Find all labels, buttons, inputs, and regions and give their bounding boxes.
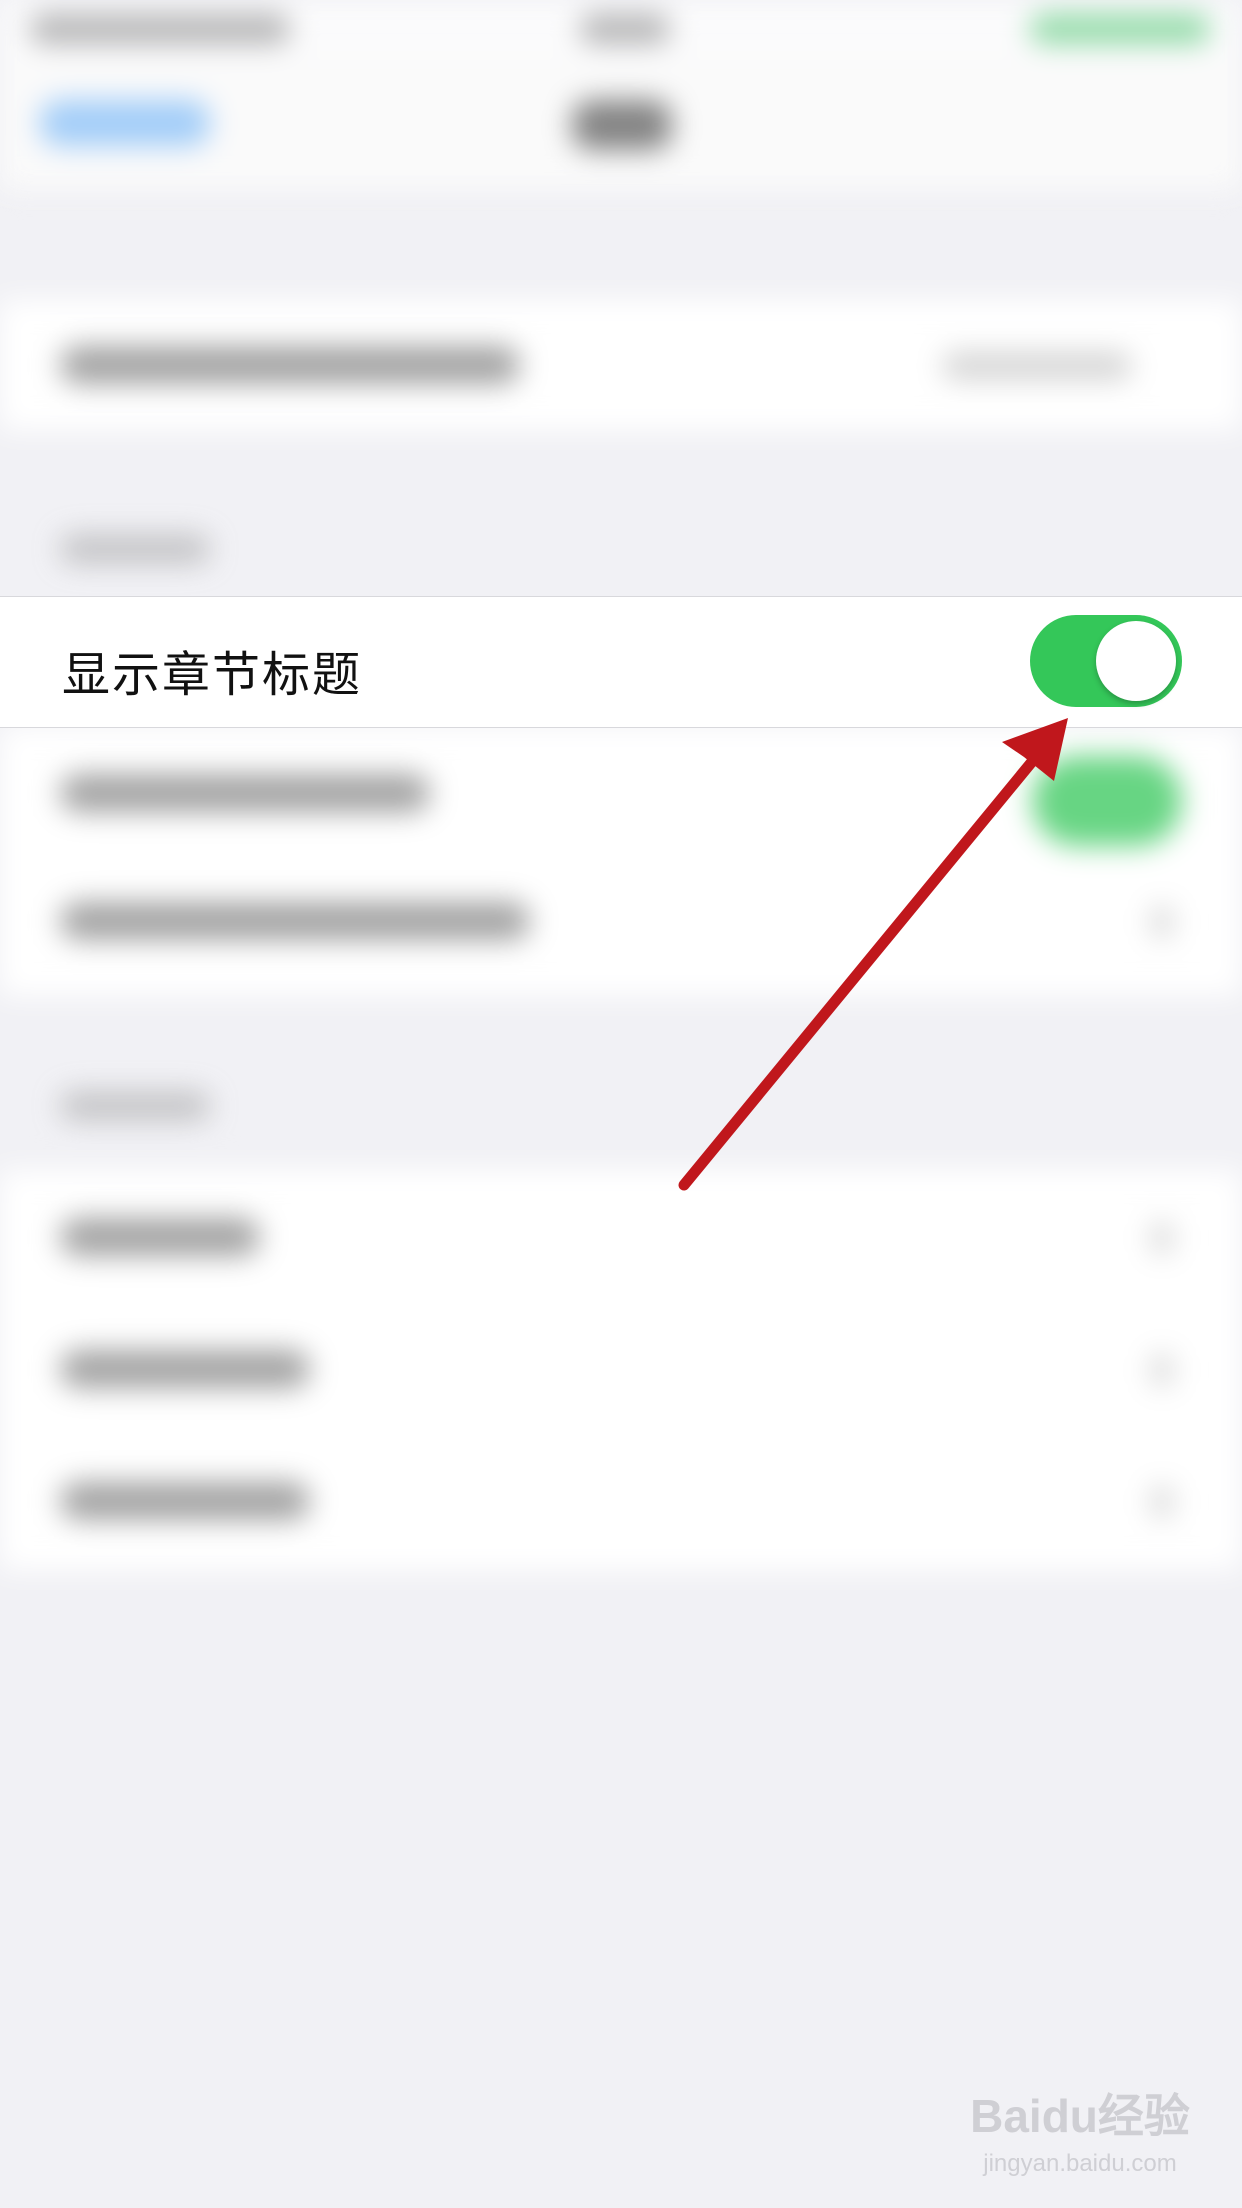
settings-card-top — [0, 300, 1242, 430]
setting-line-blur[interactable] — [60, 902, 530, 940]
settings-card-middle — [0, 726, 1242, 996]
show-chapter-title-label: 显示章节标题 — [62, 647, 363, 703]
nav-title-blur — [572, 100, 672, 150]
chevron-right-icon — [1152, 1486, 1172, 1518]
chevron-right-icon — [1152, 906, 1172, 938]
nav-bar — [0, 60, 1242, 190]
back-button-blur[interactable] — [40, 100, 210, 146]
blurred-background — [0, 0, 1242, 2208]
show-chapter-title-row: 显示章节标题 — [0, 596, 1242, 728]
status-time-blur — [30, 14, 290, 44]
setting-line-blur[interactable] — [60, 346, 520, 384]
toggle-knob[interactable] — [1096, 621, 1176, 701]
watermark-url: jingyan.baidu.com — [983, 2150, 1177, 2177]
watermark-logo-text: Baidu经验 — [970, 2090, 1190, 2142]
status-right-blur — [1030, 14, 1210, 44]
setting-line-blur[interactable] — [60, 774, 430, 812]
baidu-watermark: Baidu经验 jingyan.baidu.com — [950, 2080, 1210, 2190]
show-chapter-title-toggle[interactable] — [1030, 615, 1182, 707]
status-center-blur — [580, 14, 670, 44]
chevron-right-icon — [1152, 1354, 1172, 1386]
status-bar — [0, 0, 1242, 60]
settings-card-bottom — [0, 1170, 1242, 1570]
chevron-right-icon — [1152, 1222, 1172, 1254]
setting-line-blur[interactable] — [60, 1482, 310, 1520]
setting-line-blur[interactable] — [60, 1218, 260, 1256]
section-header-blur — [60, 535, 210, 563]
section-header-blur — [60, 1092, 210, 1120]
setting-value-blur — [942, 352, 1132, 380]
setting-line-blur[interactable] — [60, 1350, 310, 1388]
toggle-blur[interactable] — [1032, 756, 1182, 846]
